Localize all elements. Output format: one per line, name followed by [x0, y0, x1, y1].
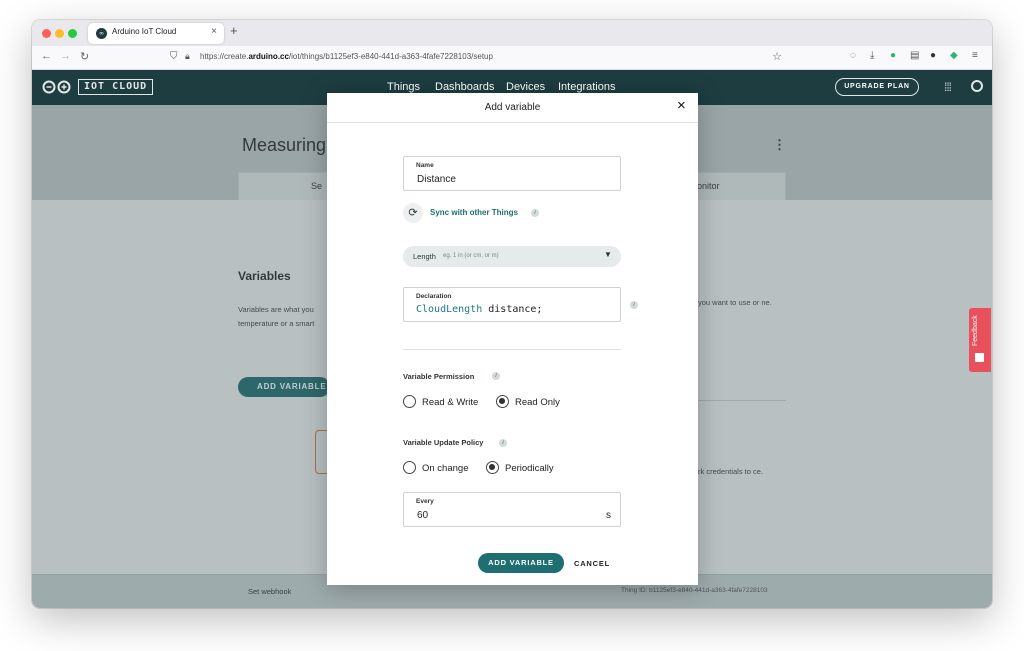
add-variable-dialog: Add variable × Name Distance ⟳ Sync with…: [327, 93, 698, 585]
arduino-favicon-icon: ∞: [96, 28, 107, 39]
declaration-field[interactable]: Declaration CloudLength distance;: [403, 287, 621, 322]
type-value: Length: [413, 252, 436, 261]
nav-integrations[interactable]: Integrations: [558, 81, 615, 93]
url-text[interactable]: https://create.arduino.cc/iot/things/b11…: [200, 52, 493, 61]
radio-on-change-label: On change: [422, 463, 469, 474]
close-icon[interactable]: ×: [677, 98, 686, 113]
radio-read-write[interactable]: Read & Write: [403, 395, 483, 409]
update-policy-title: Variable Update Policy: [403, 438, 484, 447]
nav-dashboards[interactable]: Dashboards: [435, 81, 494, 93]
dialog-title: Add variable: [484, 102, 541, 113]
tab-title: Arduino IoT Cloud: [112, 27, 177, 36]
caret-down-icon: ▼: [604, 250, 612, 259]
page: IOT CLOUD Things Dashboards Devices Inte…: [32, 70, 992, 608]
sync-icon[interactable]: ⟳: [403, 203, 423, 223]
radio-on-change-circle[interactable]: [403, 461, 416, 474]
minimize-window-button[interactable]: [55, 29, 64, 38]
feedback-label: Feedback: [972, 315, 979, 346]
upgrade-plan-button[interactable]: UPGRADE PLAN: [835, 78, 919, 96]
every-field[interactable]: Every 60 s: [403, 492, 621, 527]
update-policy-info-icon[interactable]: i: [499, 439, 507, 447]
every-unit: s: [606, 510, 611, 521]
cancel-button[interactable]: CANCEL: [574, 559, 610, 568]
add-variable-button[interactable]: ADD VARIABLE: [478, 553, 564, 573]
radio-read-only-circle[interactable]: [496, 395, 509, 408]
extension-green-icon[interactable]: ●: [890, 50, 896, 61]
browser-tab[interactable]: ∞ Arduino IoT Cloud ×: [88, 23, 224, 44]
declaration-label: Declaration: [416, 293, 452, 300]
bookmark-star-icon[interactable]: ☆: [772, 50, 782, 63]
reload-icon[interactable]: ↻: [80, 50, 89, 63]
radio-read-write-circle[interactable]: [403, 395, 416, 408]
variable-type-select[interactable]: Length eg. 1 in (or cm, or m) ▼: [403, 246, 621, 267]
forward-arrow-icon[interactable]: →: [60, 50, 71, 62]
radio-read-only-label: Read Only: [515, 397, 560, 408]
permission-info-icon[interactable]: i: [492, 372, 500, 380]
dialog-header: Add variable ×: [327, 93, 698, 123]
address-bar[interactable]: ⛉ 🔒︎ https://create.arduino.cc/iot/thing…: [162, 49, 782, 67]
browser-nav-bar: ← → ↻ ⛉ 🔒︎ https://create.arduino.cc/iot…: [32, 46, 992, 70]
close-window-button[interactable]: [42, 29, 51, 38]
extension-chat-icon[interactable]: ◆: [950, 50, 958, 61]
zoom-window-button[interactable]: [68, 29, 77, 38]
menu-icon[interactable]: ≡: [972, 50, 978, 61]
extension-dark-icon[interactable]: ●: [930, 50, 936, 61]
feedback-button[interactable]: Feedback: [969, 308, 991, 372]
every-input[interactable]: 60: [417, 510, 428, 521]
declaration-info-icon[interactable]: i: [630, 301, 638, 309]
apps-grid-icon[interactable]: ⁞⁞⁞: [944, 80, 952, 94]
back-arrow-icon[interactable]: ←: [41, 50, 52, 62]
feedback-icon: [975, 353, 984, 362]
radio-periodically-label: Periodically: [505, 463, 554, 474]
radio-read-write-label: Read & Write: [422, 397, 479, 408]
declaration-code[interactable]: CloudLength distance;: [416, 304, 542, 315]
name-label: Name: [416, 162, 434, 169]
type-hint: eg. 1 in (or cm, or m): [443, 253, 499, 259]
nav-devices[interactable]: Devices: [506, 81, 545, 93]
sync-label[interactable]: Sync with other Things: [430, 208, 518, 217]
permission-title: Variable Permission: [403, 372, 475, 381]
name-input[interactable]: Distance: [417, 174, 456, 185]
reader-icon[interactable]: ▤: [910, 50, 919, 61]
section-divider: [403, 349, 621, 350]
radio-read-only[interactable]: Read Only: [496, 395, 566, 409]
profile-icon[interactable]: [971, 80, 983, 92]
new-tab-button[interactable]: +: [230, 23, 238, 38]
radio-on-change[interactable]: On change: [403, 461, 473, 475]
info-icon[interactable]: i: [531, 209, 539, 217]
iot-cloud-logo[interactable]: IOT CLOUD: [78, 79, 154, 95]
name-field[interactable]: Name Distance: [403, 156, 621, 191]
lock-icon: 🔒︎: [185, 51, 190, 61]
tab-close-icon[interactable]: ×: [211, 26, 217, 37]
browser-tab-bar: ∞ Arduino IoT Cloud × +: [32, 20, 992, 46]
every-label: Every: [416, 498, 434, 505]
radio-periodically-circle[interactable]: [486, 461, 499, 474]
nav-things[interactable]: Things: [387, 81, 420, 93]
pocket-icon[interactable]: ◌: [850, 50, 856, 61]
browser-window: ∞ Arduino IoT Cloud × + ← → ↻ ⛉ 🔒︎ https…: [32, 20, 992, 608]
download-icon[interactable]: ⤓: [870, 50, 874, 61]
radio-periodically[interactable]: Periodically: [486, 461, 561, 475]
shield-icon: ⛉: [170, 51, 178, 62]
arduino-logo-icon[interactable]: [42, 80, 72, 94]
